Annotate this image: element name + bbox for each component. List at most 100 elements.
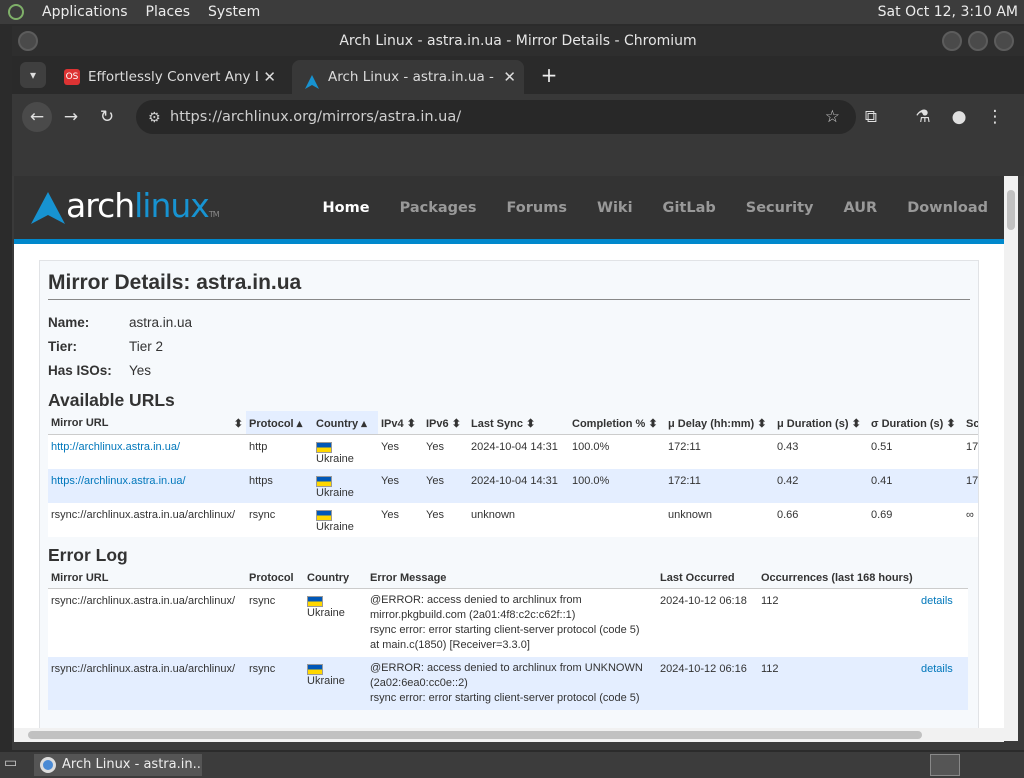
nav-gitlab[interactable]: GitLab (663, 200, 716, 216)
col-ipv6[interactable]: IPv6 ⬍ (423, 411, 468, 435)
col-score[interactable]: Score (963, 411, 978, 435)
system-panel: Applications Places System Sat Oct 12, 3… (0, 0, 1024, 24)
vertical-scrollbar[interactable] (1004, 176, 1018, 741)
sort-asc-icon: ▴ (296, 418, 303, 430)
forward-arrow-icon[interactable]: → (56, 102, 86, 132)
tab-label: Effortlessly Convert Any Linu (88, 69, 258, 85)
tab-convert-linux[interactable]: OS Effortlessly Convert Any Linu ✕ (52, 60, 284, 94)
browser-toolbar: ← → ↻ ⚙ https://archlinux.org/mirrors/as… (12, 94, 1024, 140)
page-viewport: archlinuxTM Home Packages Forums Wiki Gi… (14, 176, 1004, 741)
col-ipv4[interactable]: IPv4 ⬍ (378, 411, 423, 435)
applications-menu[interactable]: Applications (42, 4, 128, 20)
mirror-url-link[interactable]: http://archlinux.astra.in.ua/ (51, 441, 180, 453)
completion-cell (569, 503, 665, 537)
col-delay[interactable]: μ Delay (hh:mm) ⬍ (665, 411, 774, 435)
arch-nav: Home Packages Forums Wiki GitLab Securit… (293, 200, 988, 216)
tab-search-chevron-icon[interactable]: ▾ (20, 62, 46, 88)
col-completion[interactable]: Completion % ⬍ (569, 411, 665, 435)
bookmark-star-icon[interactable]: ☆ (825, 100, 840, 134)
details-link[interactable]: details (921, 663, 953, 675)
menu-kebab-icon[interactable]: ⋮ (980, 102, 1010, 132)
urls-table: Mirror URL ⬍ Protocol ▴ Country ▴ IPv4 ⬍… (48, 411, 978, 537)
site-info-icon[interactable]: ⚙ (148, 101, 161, 135)
ukraine-flag-icon (316, 509, 332, 521)
last-sync-cell: 2024-10-04 14:31 (468, 434, 569, 469)
mirror-url-link[interactable]: https://archlinux.astra.in.ua/ (51, 475, 186, 487)
back-arrow-icon[interactable]: ← (22, 102, 52, 132)
labs-flask-icon[interactable]: ⚗ (908, 102, 938, 132)
errors-heading: Error Log (48, 545, 128, 565)
table-row: rsync://archlinux.astra.in.ua/archlinux/… (48, 503, 978, 537)
logo-linux-text: linux (134, 186, 210, 225)
horizontal-scrollbar[interactable] (14, 728, 1004, 742)
system-menu-item[interactable]: System (208, 4, 260, 20)
nav-wiki[interactable]: Wiki (597, 200, 633, 216)
nav-home[interactable]: Home (323, 200, 370, 216)
system-menu: Applications Places System (0, 4, 260, 20)
nav-forums[interactable]: Forums (506, 200, 567, 216)
ipv6-cell: Yes (423, 503, 468, 537)
ipv4-cell: Yes (378, 434, 423, 469)
ukraine-flag-icon (316, 441, 332, 453)
places-menu[interactable]: Places (146, 4, 191, 20)
show-desktop-icon[interactable]: ▭ (4, 755, 24, 775)
workspace-switcher-icon[interactable] (930, 754, 960, 776)
reload-icon[interactable]: ↻ (92, 102, 122, 132)
tab-strip: ▾ OS Effortlessly Convert Any Linu ✕ Arc… (12, 56, 1024, 94)
ukraine-flag-icon (307, 663, 323, 675)
table-row: https://archlinux.astra.in.ua/ https Ukr… (48, 469, 978, 503)
col-err-count: Occurrences (last 168 hours) (758, 566, 918, 589)
duration-cell: 0.43 (774, 434, 868, 469)
completion-cell: 100.0% (569, 434, 665, 469)
url-text: https://archlinux.org/mirrors/astra.in.u… (170, 109, 462, 125)
taskbar-item-chromium[interactable]: Arch Linux - astra.in.... (34, 754, 202, 776)
window-menu-button[interactable] (18, 31, 38, 51)
nav-packages[interactable]: Packages (400, 200, 477, 216)
minimize-button[interactable] (942, 31, 962, 51)
sort-icon: ⬍ (946, 418, 956, 430)
col-err-mirror-url: Mirror URL (48, 566, 246, 589)
score-cell: 173.0 (963, 469, 978, 503)
clock[interactable]: Sat Oct 12, 3:10 AM (878, 4, 1018, 20)
sort-icon: ⬍ (233, 418, 243, 430)
scroll-thumb[interactable] (1007, 190, 1015, 230)
tab-close-icon[interactable]: ✕ (503, 60, 516, 94)
tab-arch-mirror[interactable]: Arch Linux - astra.in.ua - Mirr ✕ (292, 60, 524, 94)
tab-close-icon[interactable]: ✕ (263, 60, 276, 94)
window-titlebar[interactable]: Arch Linux - astra.in.ua - Mirror Detail… (12, 26, 1024, 56)
err-country-cell: Ukraine (304, 657, 367, 710)
sort-icon: ⬍ (526, 418, 536, 430)
page-title: Mirror Details: astra.in.ua (48, 271, 970, 300)
country-cell: Ukraine (313, 469, 378, 503)
address-bar[interactable]: ⚙ https://archlinux.org/mirrors/astra.in… (136, 100, 856, 134)
distro-logo-icon[interactable] (8, 4, 24, 20)
bookmarks-bar (12, 140, 1024, 176)
col-last-sync[interactable]: Last Sync ⬍ (468, 411, 569, 435)
maximize-button[interactable] (968, 31, 988, 51)
profile-avatar-icon[interactable]: ● (944, 102, 974, 132)
col-protocol[interactable]: Protocol ▴ (246, 411, 313, 435)
arch-logo[interactable]: archlinuxTM (30, 186, 220, 225)
col-mirror-url[interactable]: Mirror URL ⬍ (48, 411, 246, 435)
close-window-button[interactable] (994, 31, 1014, 51)
isos-value: Yes (129, 362, 152, 378)
col-country[interactable]: Country ▴ (313, 411, 378, 435)
col-sigma[interactable]: σ Duration (s) ⬍ (868, 411, 963, 435)
nav-aur[interactable]: AUR (843, 200, 877, 216)
new-tab-plus-icon[interactable]: + (534, 60, 564, 90)
nav-security[interactable]: Security (746, 200, 814, 216)
error-log-table: Mirror URL Protocol Country Error Messag… (48, 566, 968, 710)
delay-cell: 172:11 (665, 434, 774, 469)
err-last-cell: 2024-10-12 06:16 (657, 657, 758, 710)
col-duration[interactable]: μ Duration (s) ⬍ (774, 411, 868, 435)
err-protocol-cell: rsync (246, 588, 304, 657)
score-cell: ∞ (963, 503, 978, 537)
err-protocol-cell: rsync (246, 657, 304, 710)
protocol-cell: http (246, 434, 313, 469)
scroll-thumb[interactable] (28, 731, 922, 739)
extensions-puzzle-icon[interactable]: ⧉ (856, 102, 886, 132)
isos-label: Has ISOs: (48, 362, 112, 378)
nav-download[interactable]: Download (907, 200, 988, 216)
details-link[interactable]: details (921, 595, 953, 607)
tab-label: Arch Linux - astra.in.ua - Mirr (328, 69, 498, 85)
